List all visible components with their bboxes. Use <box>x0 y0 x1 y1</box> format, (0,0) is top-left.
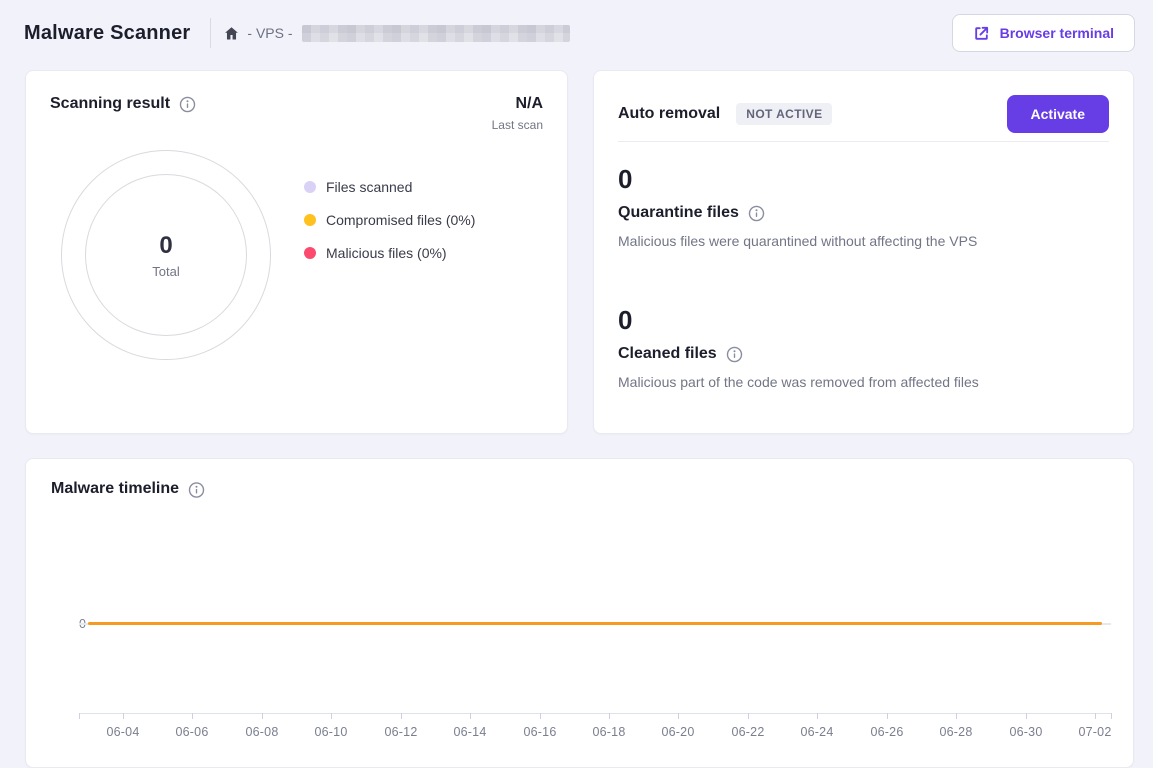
x-axis-tick <box>331 713 332 719</box>
cleaned-files-label: Cleaned files <box>618 345 717 363</box>
x-axis-tick <box>192 713 193 719</box>
home-icon[interactable] <box>223 25 240 42</box>
x-axis-tick <box>956 713 957 719</box>
malware-timeline-title: Malware timeline <box>51 480 179 498</box>
legend-item-malicious-files: Malicious files (0%) <box>304 243 475 263</box>
last-scan-value: N/A <box>492 95 543 113</box>
x-axis-label: 06-06 <box>176 725 209 739</box>
breadcrumb-vps-label: - VPS - <box>247 25 292 41</box>
x-axis-tick <box>887 713 888 719</box>
legend-item-compromised-files: Compromised files (0%) <box>304 210 475 230</box>
scanning-result-title: Scanning result <box>50 95 170 113</box>
scan-legend: Files scanned Compromised files (0%) Mal… <box>304 177 475 263</box>
x-axis-tick <box>123 713 124 719</box>
x-axis-tick <box>678 713 679 719</box>
card-divider <box>618 141 1109 142</box>
info-icon[interactable] <box>726 346 743 363</box>
info-icon[interactable] <box>188 481 205 498</box>
browser-terminal-label: Browser terminal <box>1000 25 1114 41</box>
timeline-series-line <box>88 622 1102 625</box>
x-axis-label: 06-12 <box>385 725 418 739</box>
scan-donut-chart: 0 Total <box>61 150 271 360</box>
x-axis-tick <box>1111 713 1112 719</box>
auto-removal-card: Auto removal NOT ACTIVE Activate 0 Quara… <box>593 70 1134 434</box>
activate-button[interactable]: Activate <box>1007 95 1109 133</box>
auto-removal-title: Auto removal <box>618 105 720 123</box>
header-divider <box>210 18 211 48</box>
legend-label: Malicious files (0%) <box>326 245 447 261</box>
scan-total-value: 0 <box>159 232 172 260</box>
x-axis-label: 07-02 <box>1079 725 1112 739</box>
last-scan-block: N/A Last scan <box>492 95 543 132</box>
malware-timeline-title-row: Malware timeline <box>51 480 205 498</box>
top-cards-row: Scanning result N/A Last scan 0 Total Fi… <box>25 70 1134 434</box>
quarantine-files-value: 0 <box>618 164 1109 194</box>
x-axis-tick <box>540 713 541 719</box>
top-bar: Malware Scanner - VPS - Browser terminal <box>0 0 1153 66</box>
x-axis-label: 06-04 <box>107 725 140 739</box>
x-axis-tick <box>748 713 749 719</box>
x-axis-label: 06-26 <box>871 725 904 739</box>
x-axis-tick <box>401 713 402 719</box>
x-axis-label: 06-20 <box>662 725 695 739</box>
x-axis-label: 06-10 <box>315 725 348 739</box>
quarantine-files-description: Malicious files were quarantined without… <box>618 233 1109 249</box>
browser-terminal-button[interactable]: Browser terminal <box>952 14 1135 52</box>
status-badge: NOT ACTIVE <box>736 103 832 125</box>
legend-label: Files scanned <box>326 179 412 195</box>
scanning-result-title-row: Scanning result <box>50 95 196 113</box>
cleaned-files-stat: 0 Cleaned files Malicious part of the co… <box>618 305 1109 390</box>
last-scan-label: Last scan <box>492 118 543 132</box>
x-axis-label: 06-16 <box>524 725 557 739</box>
scan-donut-center: 0 Total <box>85 174 247 336</box>
x-axis-label: 06-22 <box>732 725 765 739</box>
legend-dot <box>304 214 316 226</box>
breadcrumb[interactable]: - VPS - <box>223 25 569 42</box>
info-icon[interactable] <box>748 205 765 222</box>
legend-label: Compromised files (0%) <box>326 212 475 228</box>
quarantine-files-stat: 0 Quarantine files Malicious files were … <box>618 164 1109 249</box>
x-axis-tick <box>1026 713 1027 719</box>
x-axis-tick <box>1095 713 1096 719</box>
cleaned-files-value: 0 <box>618 305 1109 335</box>
x-axis-tick <box>609 713 610 719</box>
legend-dot <box>304 181 316 193</box>
x-axis-label: 06-08 <box>246 725 279 739</box>
malware-timeline-card: Malware timeline 0 06-0406-0606-0806-100… <box>25 458 1134 768</box>
page-title: Malware Scanner <box>24 22 190 45</box>
x-axis-label: 06-30 <box>1010 725 1043 739</box>
x-axis-tick <box>470 713 471 719</box>
scan-total-label: Total <box>152 264 179 279</box>
info-icon[interactable] <box>179 96 196 113</box>
quarantine-files-label: Quarantine files <box>618 204 739 222</box>
x-axis-label: 06-28 <box>940 725 973 739</box>
legend-item-files-scanned: Files scanned <box>304 177 475 197</box>
cleaned-files-description: Malicious part of the code was removed f… <box>618 374 1109 390</box>
breadcrumb-hostname-redacted <box>302 25 570 42</box>
x-axis-tick <box>79 713 80 719</box>
x-axis-tick <box>262 713 263 719</box>
x-axis-label: 06-14 <box>454 725 487 739</box>
legend-dot <box>304 247 316 259</box>
scanning-result-card: Scanning result N/A Last scan 0 Total Fi… <box>25 70 568 434</box>
external-link-icon <box>973 25 990 42</box>
x-axis-tick <box>817 713 818 719</box>
x-axis-label: 06-24 <box>801 725 834 739</box>
x-axis-label: 06-18 <box>593 725 626 739</box>
